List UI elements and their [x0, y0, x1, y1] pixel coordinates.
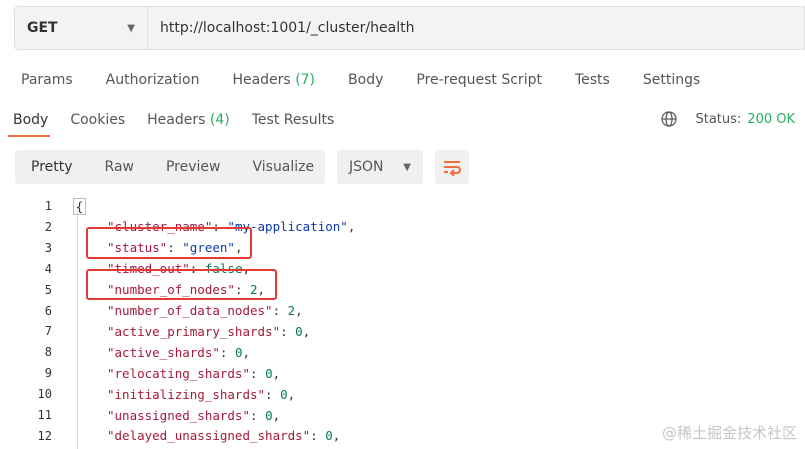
json-entry: "delayed_unassigned_shards": 0,: [107, 428, 341, 444]
request-tabs: Params Authorization Headers (7) Body Pr…: [21, 72, 733, 88]
tab-label: Params: [21, 72, 73, 88]
json-entry: "unassigned_shards": 0,: [107, 407, 281, 423]
json-entry: "relocating_shards": 0,: [107, 365, 281, 381]
tab-label: Headers: [147, 112, 206, 128]
tab-tests[interactable]: Tests: [575, 72, 610, 88]
highlight-box-status: [86, 227, 252, 259]
highlight-box-nodes: [86, 269, 277, 300]
tab-label: Pre-request Script: [416, 72, 542, 88]
line-number: 11: [37, 408, 52, 422]
line-number: 2: [44, 219, 52, 234]
postman-window: GET ▼ http://localhost:1001/_cluster/hea…: [0, 0, 805, 449]
tab-label: Cookies: [70, 112, 126, 128]
tab-test-results[interactable]: Test Results: [252, 112, 335, 128]
code-line: 9 "relocating_shards": 0,: [0, 363, 805, 383]
json-key: "unassigned_shards": [107, 407, 250, 423]
json-value: 0: [265, 365, 273, 381]
status-label: Status:: [695, 111, 742, 127]
tab-label: Settings: [642, 72, 701, 88]
line-number: 6: [44, 303, 52, 318]
code-line: 1{: [0, 196, 805, 216]
tab-response-headers[interactable]: Headers (4): [147, 112, 230, 128]
code-line: 7 "active_primary_shards": 0,: [0, 321, 805, 341]
tab-params[interactable]: Params: [21, 72, 73, 88]
tab-cookies[interactable]: Cookies: [70, 112, 125, 128]
tab-headers[interactable]: Headers (7): [232, 72, 315, 88]
line-number: 7: [44, 324, 52, 339]
method-select[interactable]: GET ▼: [14, 6, 147, 50]
line-number: 1: [44, 199, 52, 213]
json-value: 0: [280, 386, 288, 402]
format-label: JSON: [349, 159, 384, 175]
json-entry: "number_of_data_nodes": 2,: [107, 303, 303, 318]
response-status: Status: 200 OK: [661, 111, 795, 127]
wrap-lines-icon: [444, 161, 461, 176]
tab-label: Tests: [574, 72, 610, 88]
json-entry: "active_shards": 0,: [107, 344, 251, 360]
json-value: 0: [265, 407, 273, 423]
chevron-down-icon: ▼: [403, 161, 411, 173]
tab-pre-request-script[interactable]: Pre-request Script: [416, 72, 542, 88]
request-bar: GET ▼ http://localhost:1001/_cluster/hea…: [14, 6, 805, 50]
tab-label: Authorization: [105, 72, 200, 88]
line-number: 4: [44, 261, 52, 276]
tab-count: (7): [295, 72, 316, 88]
status-value: 200 OK: [747, 111, 795, 127]
tab-label: Headers: [232, 72, 291, 88]
method-label: GET: [27, 20, 58, 36]
json-value: 0: [295, 323, 303, 339]
wrap-lines-button[interactable]: [435, 150, 469, 184]
tab-authorization[interactable]: Authorization: [106, 72, 200, 88]
json-entry: "initializing_shards": 0,: [107, 386, 296, 402]
tab-response-body[interactable]: Body: [13, 112, 48, 128]
code-line: 10 "initializing_shards": 0,: [0, 384, 805, 404]
tab-settings[interactable]: Settings: [643, 72, 700, 88]
json-key: "active_primary_shards": [107, 323, 281, 339]
json-key: "initializing_shards": [107, 386, 266, 402]
json-key: "delayed_unassigned_shards": [107, 428, 311, 444]
active-tab-indicator: [8, 135, 50, 137]
line-number: 12: [37, 428, 52, 443]
view-preview-button[interactable]: Preview: [150, 159, 237, 175]
view-visualize-button[interactable]: Visualize: [236, 159, 330, 175]
line-number: 8: [44, 345, 52, 360]
watermark: @稀土掘金技术社区: [661, 424, 797, 442]
tab-body[interactable]: Body: [348, 72, 383, 88]
url-text: http://localhost:1001/_cluster/health: [160, 20, 415, 36]
line-number: 10: [37, 387, 52, 402]
json-key: "relocating_shards": [107, 365, 250, 381]
tab-label: Body: [13, 112, 49, 128]
view-raw-button[interactable]: Raw: [89, 159, 150, 175]
json-key: "number_of_data_nodes": [107, 303, 273, 318]
tab-label: Body: [348, 72, 384, 88]
line-number: 3: [44, 240, 52, 255]
view-pretty-button[interactable]: Pretty: [15, 159, 89, 175]
globe-icon[interactable]: [661, 111, 678, 127]
view-mode-toolbar: Pretty Raw Preview Visualize: [15, 150, 325, 184]
json-entry: "active_primary_shards": 0,: [107, 323, 311, 339]
response-tabs: Body Cookies Headers (4) Test Results: [13, 112, 356, 128]
chevron-down-icon: ▼: [127, 22, 135, 34]
json-value: 0: [325, 428, 333, 444]
code-line: 8 "active_shards": 0,: [0, 342, 805, 362]
line-number: 5: [44, 282, 52, 297]
open-brace: {: [73, 198, 86, 215]
format-select[interactable]: JSON ▼: [337, 150, 423, 184]
code-line: 6 "number_of_data_nodes": 2,: [0, 301, 805, 321]
line-number: 9: [44, 366, 52, 381]
json-key: "active_shards": [107, 344, 220, 360]
url-input[interactable]: http://localhost:1001/_cluster/health: [147, 6, 805, 50]
tab-count: (4): [209, 112, 230, 128]
tab-label: Test Results: [251, 112, 335, 128]
